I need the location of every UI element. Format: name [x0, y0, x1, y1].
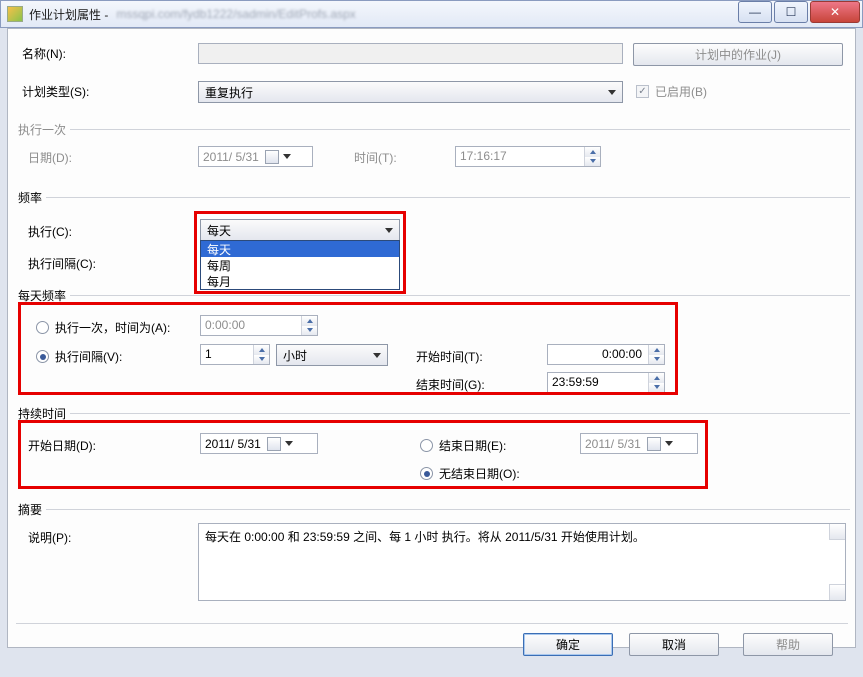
exec-once-date-input: 2011/ 5/31	[198, 146, 313, 167]
maximize-button[interactable]: ☐	[774, 1, 808, 23]
chevron-down-icon	[283, 154, 291, 159]
dropdown-option-daily[interactable]: 每天	[201, 241, 399, 257]
duration-end-date-input: 2011/ 5/31	[580, 433, 698, 454]
window-title: 作业计划属性 -	[29, 6, 108, 23]
daily-interval-unit-dropdown[interactable]: 小时	[276, 344, 388, 366]
app-icon	[7, 6, 23, 22]
exec-once-time-label: 时间(T):	[354, 149, 397, 166]
chevron-down-icon	[665, 441, 673, 446]
dropdown-option-weekly[interactable]: 每周	[201, 257, 399, 273]
chevron-down-icon	[385, 228, 393, 233]
ok-button[interactable]: 确定	[523, 633, 613, 656]
summary-textarea[interactable]: 每天在 0:00:00 和 23:59:59 之间、每 1 小时 执行。将从 2…	[198, 523, 846, 601]
scroll-down-icon[interactable]	[829, 584, 845, 600]
help-button[interactable]: 帮助	[743, 633, 833, 656]
plan-type-dropdown[interactable]: 重复执行	[198, 81, 623, 103]
freq-legend: 频率	[14, 189, 46, 206]
daily-once-label: 执行一次，时间为(A):	[55, 319, 170, 336]
scroll-up-icon[interactable]	[829, 524, 845, 540]
daily-end-time-input[interactable]: 23:59:59	[547, 372, 665, 393]
exec-once-time-input: 17:16:17	[455, 146, 601, 167]
exec-once-date-label: 日期(D):	[28, 149, 72, 166]
plan-type-label: 计划类型(S):	[22, 83, 89, 100]
duration-end-date-radio[interactable]	[420, 439, 433, 452]
cancel-button[interactable]: 取消	[629, 633, 719, 656]
highlight-box	[18, 420, 708, 489]
exec-once-legend: 执行一次	[14, 121, 70, 138]
calendar-icon	[267, 437, 281, 451]
chevron-down-icon	[608, 90, 616, 95]
daily-interval-label: 执行间隔(V):	[55, 348, 122, 365]
titlebar: 作业计划属性 - mssqpi.com/fydb1222/sadmin/Edit…	[0, 0, 863, 28]
duration-legend: 持续时间	[14, 405, 70, 422]
daily-end-label: 结束时间(G):	[416, 376, 485, 393]
calendar-icon	[265, 150, 279, 164]
freq-exec-dropdown[interactable]: 每天	[200, 219, 400, 241]
enabled-label: 已启用(B)	[655, 83, 707, 100]
freq-exec-label: 执行(C):	[28, 223, 72, 240]
daily-start-time-input[interactable]: 0:00:00	[547, 344, 665, 365]
calendar-icon	[647, 437, 661, 451]
daily-once-time-input: 0:00:00	[200, 315, 318, 336]
name-label: 名称(N):	[22, 45, 66, 62]
window-subtitle: mssqpi.com/fydb1222/sadmin/EditProfs.asp…	[116, 7, 355, 21]
daily-interval-radio[interactable]	[36, 350, 49, 363]
daily-legend: 每天频率	[14, 287, 70, 304]
close-button[interactable]: ✕	[810, 1, 860, 23]
chevron-down-icon	[285, 441, 293, 446]
minimize-button[interactable]: —	[738, 1, 772, 23]
summary-label: 说明(P):	[28, 529, 71, 546]
duration-start-label: 开始日期(D):	[28, 437, 96, 454]
duration-end-date-label: 结束日期(E):	[439, 437, 506, 454]
daily-once-radio[interactable]	[36, 321, 49, 334]
freq-interval-label: 执行间隔(C):	[28, 255, 96, 272]
summary-legend: 摘要	[14, 501, 46, 518]
duration-no-end-label: 无结束日期(O):	[439, 465, 520, 482]
duration-start-date-input[interactable]: 2011/ 5/31	[200, 433, 318, 454]
chevron-down-icon	[373, 353, 381, 358]
daily-start-label: 开始时间(T):	[416, 348, 483, 365]
freq-exec-dropdown-list[interactable]: 每天 每周 每月	[200, 240, 400, 290]
jobs-in-plan-button[interactable]: 计划中的作业(J)	[633, 43, 843, 66]
enabled-checkbox	[636, 85, 649, 98]
daily-interval-value-input[interactable]: 1	[200, 344, 270, 365]
duration-no-end-radio[interactable]	[420, 467, 433, 480]
name-input[interactable]	[198, 43, 623, 64]
